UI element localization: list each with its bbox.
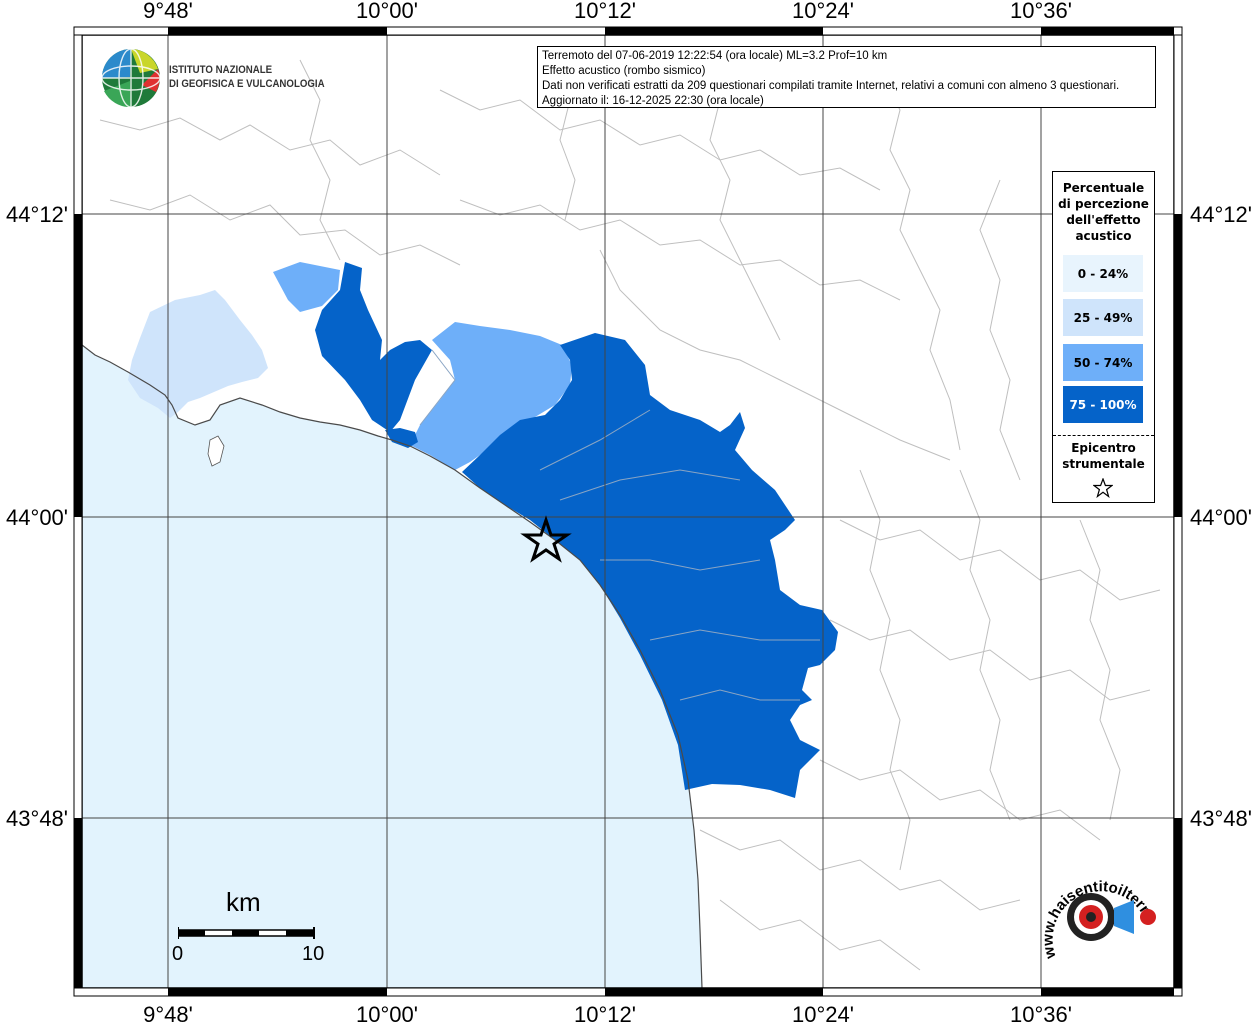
lat-label: 43°48' [6, 806, 68, 831]
lon-labels-top: 9°48' 10°00' 10°12' 10°24' 10°36' [143, 0, 1072, 23]
lon-label: 9°48' [143, 1002, 193, 1024]
lon-label: 9°48' [143, 0, 193, 23]
data-note-line: Dati non verificati estratti da 209 ques… [542, 80, 1120, 92]
scale-bar-graphic [178, 927, 315, 939]
legend-item-25-49: 25 - 49% [1063, 299, 1143, 336]
lon-label: 10°00' [356, 0, 418, 23]
haisentito-logo-icon[interactable]: www.haisentitoilterremoto.it [1036, 862, 1166, 987]
ingv-line2: DI GEOFISICA E VULCANOLOGIA [169, 78, 325, 90]
legend-epicenter-line: Epicentro [1071, 441, 1136, 455]
lon-label: 10°12' [574, 0, 636, 23]
lon-label: 10°36' [1010, 1002, 1072, 1024]
scale-min: 0 [172, 943, 184, 965]
lat-label: 44°12' [6, 202, 68, 227]
lon-label: 10°12' [574, 1002, 636, 1024]
legend-epicenter-line: strumentale [1062, 457, 1145, 471]
scale-unit: km [226, 887, 261, 917]
lat-labels-right: 44°12' 44°00' 43°48' [1190, 202, 1252, 831]
ingv-line1: ISTITUTO NAZIONALE [169, 64, 273, 76]
legend-title-line: Percentuale [1062, 181, 1145, 195]
legend-item-label: 50 - 74% [1073, 355, 1133, 370]
lon-label: 10°24' [792, 1002, 854, 1024]
legend-title-line: di percezione [1058, 197, 1149, 211]
legend-item-label: 25 - 49% [1073, 310, 1133, 325]
lon-label: 10°00' [356, 1002, 418, 1024]
lat-label: 44°00' [1190, 505, 1252, 530]
scale-max: 10 [302, 943, 325, 965]
ingv-globe-icon [101, 48, 161, 108]
event-info-box: Terremoto del 07-06-2019 12:22:54 (ora l… [537, 46, 1156, 108]
lat-label: 43°48' [1190, 806, 1252, 831]
legend-item-75-100: 75 - 100% [1063, 386, 1143, 423]
legend-item-label: 0 - 24% [1077, 266, 1129, 281]
event-line: Terremoto del 07-06-2019 12:22:54 (ora l… [542, 50, 888, 62]
lon-labels-bottom: 9°48' 10°00' 10°12' 10°24' 10°36' [143, 1002, 1072, 1024]
legend-title-line: acustico [1075, 229, 1132, 243]
lon-label: 10°36' [1010, 0, 1072, 23]
legend-item-label: 75 - 100% [1069, 397, 1137, 412]
legend: Percentuale di percezione dell'effetto a… [1052, 171, 1155, 503]
lat-label: 44°12' [1190, 202, 1252, 227]
lat-labels-left: 44°12' 44°00' 43°48' [6, 202, 68, 831]
legend-item-0-24: 0 - 24% [1063, 255, 1143, 292]
legend-divider [1053, 435, 1154, 436]
lon-label: 10°24' [792, 0, 854, 23]
lat-label: 44°00' [6, 505, 68, 530]
effect-line: Effetto acustico (rombo sismico) [542, 65, 706, 77]
legend-title: Percentuale di percezione dell'effetto a… [1053, 180, 1154, 244]
legend-title-line: dell'effetto [1066, 213, 1141, 227]
legend-epicenter-label: Epicentro strumentale [1053, 440, 1154, 472]
scale-bar: km 0 10 [170, 885, 340, 975]
legend-item-50-74: 50 - 74% [1063, 344, 1143, 381]
star-icon [1093, 478, 1113, 498]
updated-line: Aggiornato il: 16-12-2025 22:30 (ora loc… [542, 95, 764, 107]
ingv-logo-text: ISTITUTO NAZIONALE DI GEOFISICA E VULCAN… [169, 63, 325, 91]
